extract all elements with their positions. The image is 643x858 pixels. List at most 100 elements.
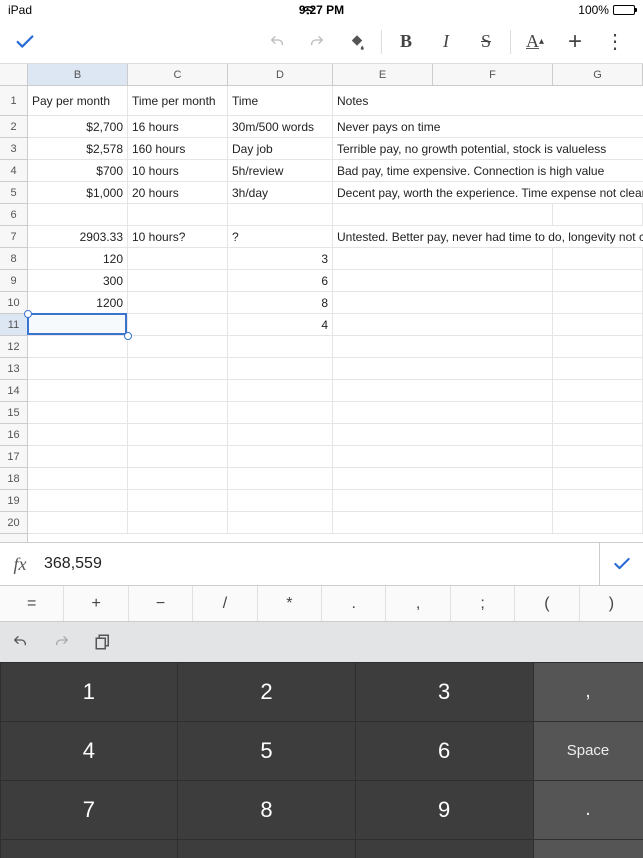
cell-D14[interactable] bbox=[228, 380, 333, 401]
cell-B12[interactable] bbox=[28, 336, 128, 357]
cell-B3[interactable]: $2,578 bbox=[28, 138, 128, 159]
cell-B13[interactable] bbox=[28, 358, 128, 379]
cell-C1[interactable]: Time per month bbox=[128, 86, 228, 115]
cell-D7[interactable]: ? bbox=[228, 226, 333, 247]
cell-D16[interactable] bbox=[228, 424, 333, 445]
cell-C14[interactable] bbox=[128, 380, 228, 401]
operator-key-−[interactable]: − bbox=[129, 586, 193, 621]
numkey-7[interactable]: 7 bbox=[1, 781, 178, 839]
cell-C3[interactable]: 160 hours bbox=[128, 138, 228, 159]
cell-E6[interactable] bbox=[333, 204, 643, 225]
row-header-13[interactable]: 13 bbox=[0, 358, 27, 380]
kbd-redo-button[interactable] bbox=[52, 634, 72, 650]
operator-key-=[interactable]: = bbox=[0, 586, 64, 621]
strikethrough-button[interactable]: S bbox=[466, 20, 506, 64]
cell-D2[interactable]: 30m/500 words bbox=[228, 116, 333, 137]
cell-E8[interactable] bbox=[333, 248, 643, 269]
cell-C18[interactable] bbox=[128, 468, 228, 489]
cell-B17[interactable] bbox=[28, 446, 128, 467]
operator-key-+[interactable]: + bbox=[64, 586, 128, 621]
cell-E13[interactable] bbox=[333, 358, 643, 379]
cell-C5[interactable]: 20 hours bbox=[128, 182, 228, 203]
cell-B15[interactable] bbox=[28, 402, 128, 423]
column-header-E[interactable]: E bbox=[333, 64, 433, 85]
more-button[interactable]: ⋮ bbox=[595, 20, 635, 64]
operator-key-([interactable]: ( bbox=[515, 586, 579, 621]
italic-button[interactable]: I bbox=[426, 20, 466, 64]
cell-E9[interactable] bbox=[333, 270, 643, 291]
cell-D12[interactable] bbox=[228, 336, 333, 357]
cell-D9[interactable]: 6 bbox=[228, 270, 333, 291]
cell-B9[interactable]: 300 bbox=[28, 270, 128, 291]
numkey-6[interactable]: 6 bbox=[356, 722, 533, 780]
numkey-8[interactable]: 8 bbox=[178, 781, 355, 839]
column-header-F[interactable]: F bbox=[433, 64, 553, 85]
cell-C16[interactable] bbox=[128, 424, 228, 445]
cell-D19[interactable] bbox=[228, 490, 333, 511]
row-header-8[interactable]: 8 bbox=[0, 248, 27, 270]
operator-key-.[interactable]: . bbox=[322, 586, 386, 621]
sidekey-.[interactable]: . bbox=[534, 781, 643, 839]
cell-E1[interactable]: Notes bbox=[333, 86, 643, 115]
cell-E11[interactable] bbox=[333, 314, 643, 335]
cell-B10[interactable]: 1200 bbox=[28, 292, 128, 313]
row-header-6[interactable]: 6 bbox=[0, 204, 27, 226]
row-header-15[interactable]: 15 bbox=[0, 402, 27, 424]
kbd-undo-button[interactable] bbox=[10, 634, 30, 650]
numkey-0[interactable]: 0 bbox=[178, 840, 355, 858]
operator-key-*[interactable]: * bbox=[258, 586, 322, 621]
row-header-5[interactable]: 5 bbox=[0, 182, 27, 204]
cell-B8[interactable]: 120 bbox=[28, 248, 128, 269]
cell-D4[interactable]: 5h/review bbox=[228, 160, 333, 181]
sidekey-,[interactable]: , bbox=[534, 663, 643, 721]
cell-E4[interactable]: Bad pay, time expensive. Connection is h… bbox=[333, 160, 643, 181]
cell-E20[interactable] bbox=[333, 512, 643, 533]
cell-D10[interactable]: 8 bbox=[228, 292, 333, 313]
cell-B7[interactable]: 2903.33 bbox=[28, 226, 128, 247]
column-header-D[interactable]: D bbox=[228, 64, 333, 85]
text-format-button[interactable]: A▴ bbox=[515, 20, 555, 64]
cell-C15[interactable] bbox=[128, 402, 228, 423]
insert-button[interactable]: + bbox=[555, 20, 595, 64]
cell-C10[interactable] bbox=[128, 292, 228, 313]
cell-B5[interactable]: $1,000 bbox=[28, 182, 128, 203]
cell-B14[interactable] bbox=[28, 380, 128, 401]
cell-D13[interactable] bbox=[228, 358, 333, 379]
operator-key-)[interactable]: ) bbox=[580, 586, 643, 621]
redo-button[interactable] bbox=[297, 20, 337, 64]
cell-C6[interactable] bbox=[128, 204, 228, 225]
row-header-12[interactable]: 12 bbox=[0, 336, 27, 358]
fill-color-button[interactable] bbox=[337, 20, 377, 64]
operator-key-,[interactable]: , bbox=[386, 586, 450, 621]
cell-D8[interactable]: 3 bbox=[228, 248, 333, 269]
cell-C2[interactable]: 16 hours bbox=[128, 116, 228, 137]
cell-E17[interactable] bbox=[333, 446, 643, 467]
operator-key-;[interactable]: ; bbox=[451, 586, 515, 621]
cell-E3[interactable]: Terrible pay, no growth potential, stock… bbox=[333, 138, 643, 159]
cell-B1[interactable]: Pay per month bbox=[28, 86, 128, 115]
cell-D11[interactable]: 4 bbox=[228, 314, 333, 335]
numkey-9[interactable]: 9 bbox=[356, 781, 533, 839]
operator-key-/[interactable]: / bbox=[193, 586, 257, 621]
cell-D5[interactable]: 3h/day bbox=[228, 182, 333, 203]
numkey-1[interactable]: 1 bbox=[1, 663, 178, 721]
cell-C13[interactable] bbox=[128, 358, 228, 379]
confirm-button[interactable] bbox=[14, 31, 36, 53]
backspace-key[interactable] bbox=[356, 840, 533, 858]
cell-D15[interactable] bbox=[228, 402, 333, 423]
cell-D1[interactable]: Time bbox=[228, 86, 333, 115]
cell-B16[interactable] bbox=[28, 424, 128, 445]
cell-B18[interactable] bbox=[28, 468, 128, 489]
bold-button[interactable]: B bbox=[386, 20, 426, 64]
sidekey-enter[interactable]: Enter bbox=[534, 840, 643, 858]
cell-C8[interactable] bbox=[128, 248, 228, 269]
numkey-5[interactable]: 5 bbox=[178, 722, 355, 780]
cell-E2[interactable]: Never pays on time bbox=[333, 116, 643, 137]
numkey-3[interactable]: 3 bbox=[356, 663, 533, 721]
cell-D17[interactable] bbox=[228, 446, 333, 467]
row-header-11[interactable]: 11 bbox=[0, 314, 27, 336]
cell-E16[interactable] bbox=[333, 424, 643, 445]
cell-C20[interactable] bbox=[128, 512, 228, 533]
cell-E12[interactable] bbox=[333, 336, 643, 357]
row-header-4[interactable]: 4 bbox=[0, 160, 27, 182]
